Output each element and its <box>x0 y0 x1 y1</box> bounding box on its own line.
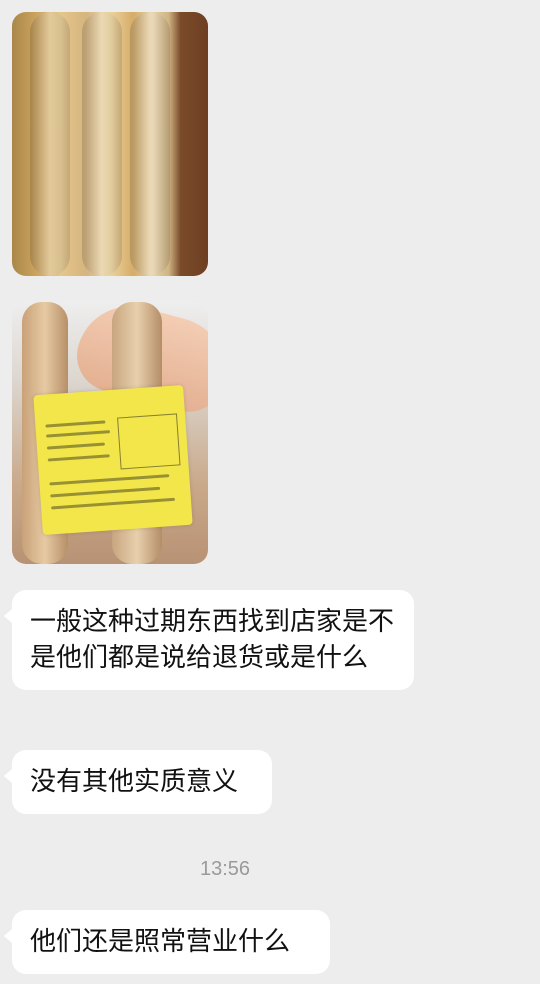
nutrition-label-sticker <box>33 384 193 536</box>
label-text-line <box>45 420 106 428</box>
label-text-line <box>49 474 170 486</box>
bread-label-photo[interactable] <box>12 302 208 564</box>
message-bubble[interactable]: 他们还是照常营业什么 <box>4 910 330 974</box>
nutrition-table <box>117 413 181 470</box>
label-text-line <box>51 497 175 510</box>
bread-roll <box>30 12 70 276</box>
label-text-line <box>50 486 161 498</box>
message-bubble[interactable]: 没有其他实质意义 <box>4 750 272 814</box>
bread-package-photo[interactable] <box>12 12 208 276</box>
label-text-line <box>47 454 110 462</box>
message-text: 他们还是照常营业什么 <box>30 927 291 957</box>
message-text: 没有其他实质意义 <box>30 767 239 797</box>
message-bubble[interactable]: 一般这种过期东西找到店家是不是他们都是说给退货或是什么 <box>4 590 414 690</box>
label-text-line <box>46 430 111 438</box>
chat-thread: 一般这种过期东西找到店家是不是他们都是说给退货或是什么 没有其他实质意义 13:… <box>0 0 540 984</box>
label-text-line <box>46 442 105 450</box>
message-timestamp: 13:56 <box>199 858 251 880</box>
message-text: 一般这种过期东西找到店家是不是他们都是说给退货或是什么 <box>30 607 395 673</box>
bread-roll <box>130 12 170 276</box>
bread-roll <box>82 12 122 276</box>
